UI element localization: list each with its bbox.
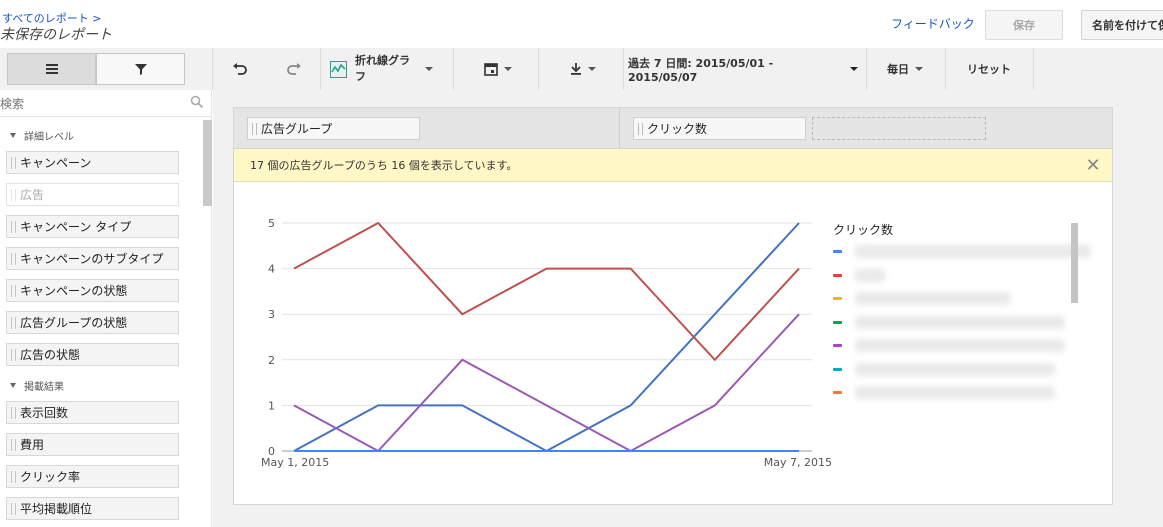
series-line-2[interactable] — [293, 221, 800, 362]
legend-entry-redacted[interactable] — [855, 245, 1091, 258]
legend-entry-redacted[interactable] — [855, 386, 1055, 399]
y-tick-label: 2 — [268, 354, 275, 367]
legend-entry-redacted[interactable] — [855, 339, 1065, 352]
line-chart: 012345May 1, 2015 May 7, 2015 — [261, 217, 832, 469]
y-tick-label: 5 — [268, 217, 275, 230]
legend-swatch — [833, 367, 842, 371]
x-tick-label: May 7, 2015 — [764, 456, 832, 469]
legend-swatch — [833, 344, 842, 347]
legend-swatch — [833, 320, 842, 324]
legend-swatch — [833, 273, 842, 277]
legend-swatch — [833, 391, 842, 394]
legend-entry-redacted[interactable] — [855, 315, 1065, 329]
series-line-3[interactable] — [293, 313, 800, 453]
y-tick-label: 1 — [268, 399, 275, 412]
legend-scrollbar[interactable] — [1071, 223, 1078, 303]
legend-swatch — [833, 297, 842, 300]
y-tick-label: 3 — [268, 308, 275, 321]
legend-entry-redacted[interactable] — [855, 362, 1055, 376]
x-tick-label: May 1, 2015 — [261, 456, 329, 469]
legend-entry-redacted[interactable] — [855, 292, 1010, 305]
legend-title: クリック数 — [833, 223, 894, 237]
series-line-1[interactable] — [293, 222, 800, 453]
y-tick-label: 4 — [268, 263, 275, 276]
legend-swatch — [833, 250, 842, 253]
legend-entry-redacted[interactable] — [855, 268, 885, 282]
